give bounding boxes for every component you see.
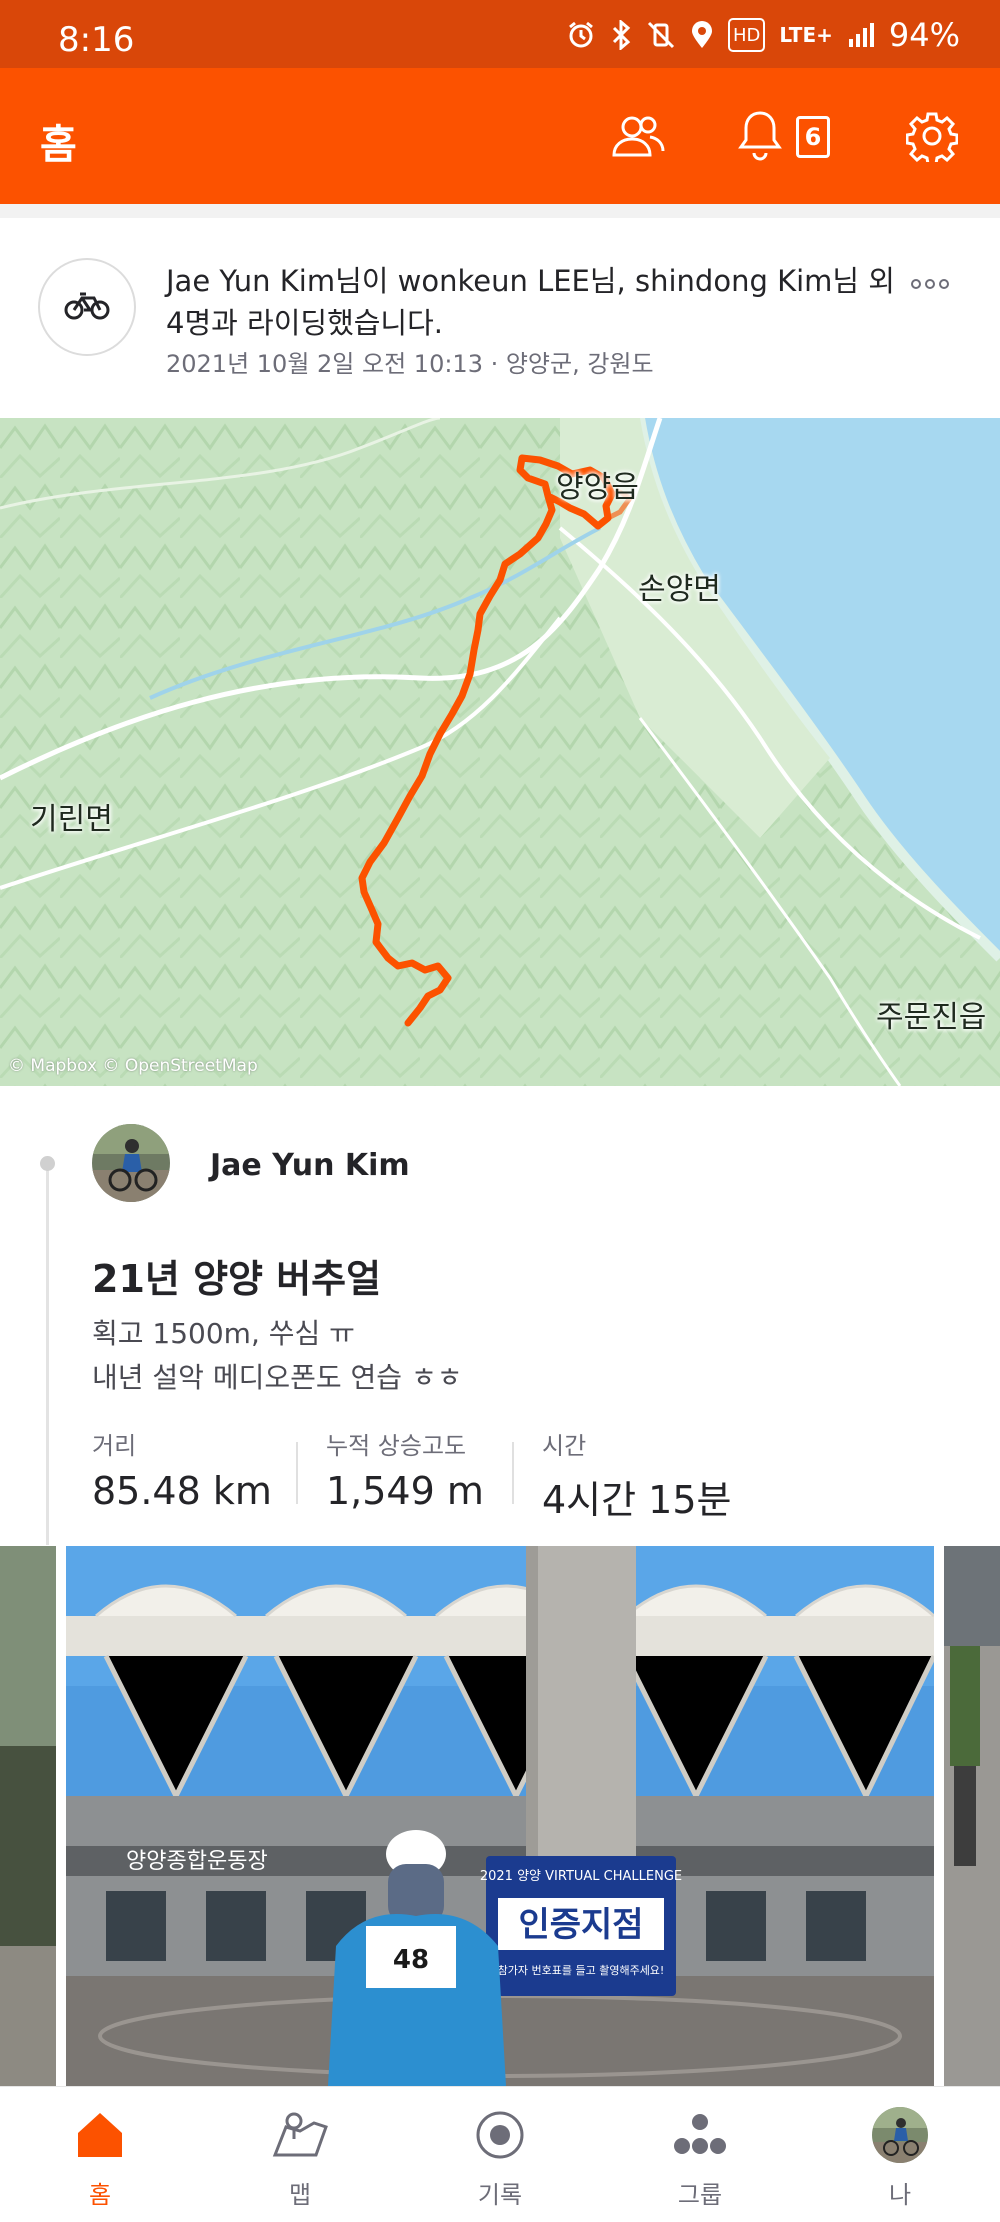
map-label-yangyang: 양양읍 [556, 470, 639, 505]
nav-label: 그룹 [677, 2181, 723, 2209]
building-sign: 양양종합운동장 [126, 1849, 268, 1874]
signal-icon [847, 18, 875, 52]
location-icon [690, 18, 714, 52]
timeline-line [46, 1165, 49, 1545]
stat-elevation-gain: 누적 상승고도 1,549 m [326, 1426, 484, 1513]
people-icon [610, 113, 666, 163]
nav-groups[interactable]: 그룹 [600, 2087, 800, 2222]
activity-description-line: 내년 설악 메디오폰도 연습 ㅎㅎ [92, 1361, 463, 1394]
photo-main[interactable]: 양양종합운동장 2021 양양 VIRTUAL CHALLENGE 인증지점 참… [66, 1546, 934, 2086]
app-bar: 홈 6 [0, 68, 1000, 204]
map-attribution[interactable]: © Mapbox © OpenStreetMap [8, 1056, 258, 1076]
more-dots-icon [911, 279, 949, 289]
map-label-sonyang: 손양면 [638, 572, 721, 607]
nav-label: 기록 [477, 2181, 523, 2209]
post-meta: 2021년 10월 2일 오전 10:13 · 양양군, 강원도 [166, 350, 654, 378]
activity-type-badge [38, 258, 136, 356]
athlete-name[interactable]: Jae Yun Kim [210, 1148, 410, 1183]
nav-maps[interactable]: 맵 [200, 2087, 400, 2222]
notification-count-badge[interactable]: 6 [796, 116, 830, 158]
bottom-navigation: 홈 맵 기록 그룹 나 [0, 2086, 1000, 2222]
photo-next[interactable] [944, 1546, 1000, 2086]
vibrate-mute-icon [646, 18, 676, 52]
stat-label: 시간 [542, 1432, 587, 1460]
battery-level: 94% [888, 16, 960, 54]
stat-value: 85.48 km [92, 1469, 272, 1513]
athlete-avatar[interactable] [92, 1124, 170, 1202]
stat-divider [296, 1442, 298, 1504]
map-label-girin: 기린면 [30, 802, 113, 837]
nav-record[interactable]: 기록 [400, 2087, 600, 2222]
bluetooth-icon [610, 18, 632, 52]
home-icon [70, 2105, 130, 2165]
find-friends-button[interactable] [608, 108, 668, 168]
sign-sub-text: 참가자 번호표를 들고 촬영해주세요! [498, 1963, 665, 1977]
stat-moving-time: 시간 4시간 15분 [542, 1426, 732, 1524]
profile-avatar-icon [870, 2105, 930, 2165]
sign-main-text: 인증지점 [518, 1905, 643, 1945]
hd-badge: HD [727, 18, 766, 52]
post-summary[interactable]: Jae Yun Kim님이 wonkeun LEE님, shindong Kim… [166, 260, 906, 344]
nav-label: 맵 [288, 2181, 312, 2209]
feed-divider [0, 204, 1000, 218]
notifications-button[interactable] [730, 108, 790, 168]
bike-icon [64, 290, 110, 324]
more-options-button[interactable] [910, 268, 970, 298]
stat-distance: 거리 85.48 km [92, 1426, 272, 1513]
status-time: 8:16 [58, 20, 135, 60]
gear-icon [905, 110, 959, 166]
race-bib-number: 48 [393, 1945, 429, 1975]
status-bar: 8:16 HD LTE+ 94% [0, 0, 1000, 68]
settings-button[interactable] [902, 108, 962, 168]
stat-value: 1,549 m [326, 1469, 484, 1513]
stat-label: 누적 상승고도 [326, 1432, 467, 1460]
groups-icon [670, 2105, 730, 2165]
timeline-dot [40, 1156, 55, 1171]
stat-divider [512, 1442, 514, 1504]
page-title: 홈 [40, 122, 77, 168]
bell-icon [738, 109, 782, 167]
map-label-jumunjin: 주문진읍 [876, 1000, 987, 1035]
map-graphic [0, 418, 1000, 1086]
stat-label: 거리 [92, 1432, 137, 1460]
photo-previous[interactable] [0, 1546, 56, 2086]
route-map[interactable]: 양양읍 손양면 기린면 주문진읍 © Mapbox © OpenStreetMa… [0, 418, 1000, 1086]
activity-title[interactable]: 21년 양양 버추얼 [92, 1248, 381, 1303]
network-type: LTE+ [779, 23, 833, 47]
stat-value: 4시간 15분 [542, 1478, 732, 1522]
nav-profile[interactable]: 나 [800, 2087, 1000, 2222]
status-icons: HD LTE+ 94% [566, 16, 960, 54]
activity-description-line: 획고 1500m, 쑤심 ㅠ [92, 1317, 355, 1350]
alarm-icon [566, 18, 596, 52]
sign-small-text: 2021 양양 VIRTUAL CHALLENGE [480, 1869, 682, 1884]
nav-home[interactable]: 홈 [0, 2087, 200, 2222]
activity-post-header[interactable]: Jae Yun Kim님이 wonkeun LEE님, shindong Kim… [0, 218, 1000, 418]
nav-label: 홈 [88, 2181, 112, 2209]
nav-label: 나 [888, 2181, 912, 2209]
record-icon [470, 2105, 530, 2165]
map-icon [270, 2105, 330, 2165]
